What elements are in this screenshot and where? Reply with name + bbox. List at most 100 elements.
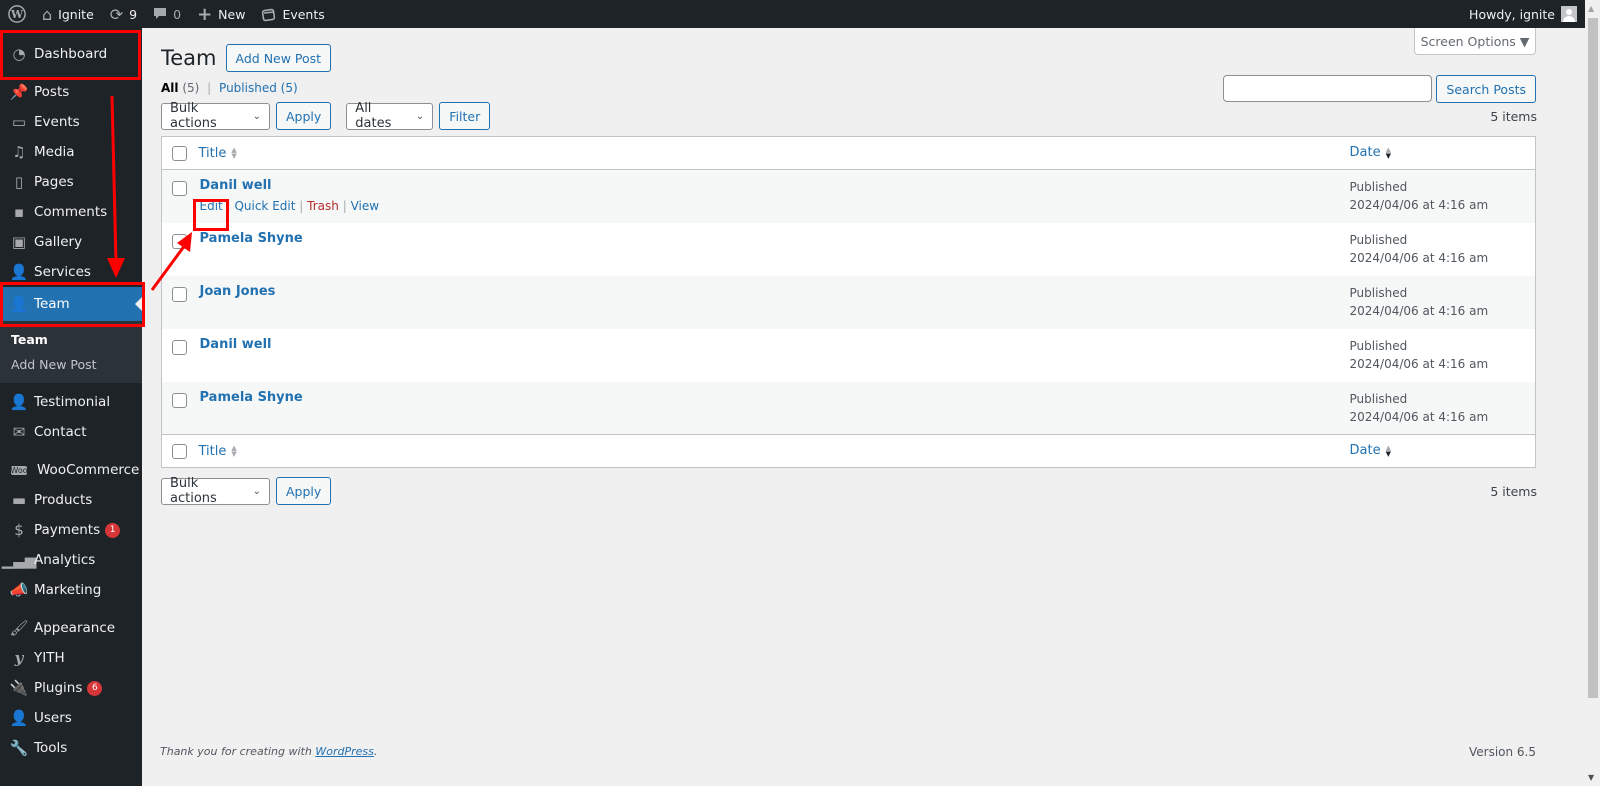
sidebar-item-team[interactable]: 👤 Team xyxy=(0,287,142,321)
sidebar-item-services[interactable]: 👤 Services xyxy=(0,257,142,287)
footer-thanks-text: Thank you for creating with xyxy=(160,745,316,758)
filter-all[interactable]: All xyxy=(161,81,179,95)
filter-button[interactable]: Filter xyxy=(439,102,491,130)
post-status: Published xyxy=(1349,285,1408,300)
sidebar-item-label: Dashboard xyxy=(34,46,108,62)
site-name-link[interactable]: ⌂ Ignite xyxy=(34,0,102,28)
comment-icon xyxy=(153,7,167,21)
sidebar-item-tools[interactable]: 🔧 Tools xyxy=(0,733,142,763)
sidebar-item-label: Team xyxy=(34,296,70,312)
sidebar-item-analytics[interactable]: ▁▃▅ Analytics xyxy=(0,545,142,575)
tablenav-top: Bulk actions ⌄ Apply All dates ⌄ Filter 5 … xyxy=(161,101,1537,131)
sidebar-item-gallery[interactable]: ▣ Gallery xyxy=(0,227,142,257)
screen-options-button[interactable]: Screen Options ▼ xyxy=(1414,28,1536,55)
submenu-item-add-new-post[interactable]: Add New Post xyxy=(0,352,142,377)
scroll-down-icon[interactable]: ▼ xyxy=(1588,773,1594,782)
post-title-link[interactable]: Pamela Shyne xyxy=(200,231,303,246)
page-title: Team xyxy=(161,46,217,70)
scrollbar-thumb[interactable] xyxy=(1588,18,1598,698)
table-row: Danil well Edit | Quick Edit | Trash | V… xyxy=(161,169,1536,223)
post-date: 2024/04/06 at 4:16 am xyxy=(1349,198,1489,212)
apply-button[interactable]: Apply xyxy=(276,102,332,130)
sort-icon: ▲ ▼ xyxy=(1385,145,1391,160)
row-checkbox[interactable] xyxy=(172,233,187,249)
post-title-link[interactable]: Danil well xyxy=(200,178,272,193)
new-content-link[interactable]: + New xyxy=(189,0,253,28)
sidebar-item-label: Posts xyxy=(34,84,70,100)
column-title[interactable]: Title ▲ ▼ xyxy=(198,136,1350,170)
table-footer-row: Title ▲ ▼ Date ▲ ▼ xyxy=(161,434,1536,468)
search-box: Search Posts xyxy=(1223,75,1536,103)
filter-all-count: (5) xyxy=(182,81,200,95)
sidebar-item-label: Services xyxy=(34,264,91,280)
add-new-post-button[interactable]: Add New Post xyxy=(225,44,332,72)
page-scrollbar[interactable]: ▲ ▼ xyxy=(1585,0,1600,786)
wordpress-link[interactable]: WordPress xyxy=(315,745,374,758)
sidebar-item-dashboard[interactable]: ◔ Dashboard xyxy=(0,39,142,69)
select-all-checkbox-footer[interactable] xyxy=(172,444,187,459)
sidebar-item-testimonial[interactable]: 👤 Testimonial xyxy=(0,387,142,417)
sidebar-item-media[interactable]: ♫ Media xyxy=(0,137,142,167)
sidebar-item-label: Events xyxy=(34,114,80,130)
gallery-icon: ▣ xyxy=(11,233,27,251)
sidebar-item-label: Gallery xyxy=(34,234,83,250)
sidebar-item-products[interactable]: ▬ Products xyxy=(0,485,142,515)
sidebar-item-contact[interactable]: ✉ Contact xyxy=(0,417,142,447)
post-title-link[interactable]: Joan Jones xyxy=(200,284,276,299)
select-all-checkbox[interactable] xyxy=(172,146,187,161)
row-checkbox[interactable] xyxy=(172,181,187,196)
table-row: Danil well Published 2024/04/06 at 4:16 a… xyxy=(162,329,1536,382)
submenu-item-team[interactable]: Team xyxy=(0,327,142,352)
sidebar-item-events[interactable]: ▭ Events xyxy=(0,107,142,137)
scroll-up-icon[interactable]: ▲ xyxy=(1588,4,1594,13)
view-link[interactable]: View xyxy=(351,199,379,213)
sort-icon: ▲ ▼ xyxy=(231,146,237,160)
wrench-icon: 🔧 xyxy=(9,739,29,757)
comments-link[interactable]: 0 xyxy=(145,0,189,28)
apply-button-bottom[interactable]: Apply xyxy=(276,477,332,505)
media-icon: ♫ xyxy=(12,143,26,161)
plug-icon: 🔌 xyxy=(9,679,29,697)
updates-link[interactable]: ⟳ 9 xyxy=(102,0,145,28)
wordpress-logo-icon: W xyxy=(8,5,26,23)
row-checkbox[interactable] xyxy=(172,286,187,302)
bulk-actions-select[interactable]: Bulk actions ⌄ xyxy=(161,101,270,131)
post-status: Published xyxy=(1349,180,1408,194)
row-checkbox[interactable] xyxy=(172,339,187,355)
plus-icon: + xyxy=(197,3,213,25)
post-title-link[interactable]: Danil well xyxy=(200,337,272,352)
pin-icon: 📌 xyxy=(9,83,29,101)
sidebar-item-posts[interactable]: 📌 Posts xyxy=(0,77,142,107)
avatar xyxy=(1561,6,1577,22)
sidebar-item-payments[interactable]: $ Payments 1 xyxy=(0,515,142,545)
column-date[interactable]: Date ▲ ▼ xyxy=(1349,136,1536,170)
edit-link[interactable]: Edit xyxy=(200,199,223,213)
dates-select[interactable]: All dates ⌄ xyxy=(346,101,434,131)
sidebar-item-users[interactable]: 👤 Users xyxy=(0,703,142,733)
sidebar-item-yith[interactable]: y YITH xyxy=(0,643,142,673)
bulk-actions-select-bottom[interactable]: Bulk actions ⌄ xyxy=(161,476,270,506)
main-content: Screen Options ▼ Team Add New Post All (… xyxy=(161,28,1537,506)
row-checkbox[interactable] xyxy=(172,392,187,408)
sidebar-item-label: Comments xyxy=(34,204,108,220)
search-posts-button[interactable]: Search Posts xyxy=(1436,75,1536,103)
column-date-footer[interactable]: Date ▲ ▼ xyxy=(1349,434,1536,468)
filter-published[interactable]: Published (5) xyxy=(219,81,298,95)
sidebar-item-woocommerce[interactable]: Woo WooCommerce xyxy=(0,455,142,485)
sidebar-item-pages[interactable]: ▯ Pages xyxy=(0,167,142,197)
post-title-link[interactable]: Pamela Shyne xyxy=(200,390,303,405)
sidebar-item-plugins[interactable]: 🔌 Plugins 6 xyxy=(0,673,142,703)
events-link[interactable]: Events xyxy=(253,0,332,28)
wordpress-logo-button[interactable]: W xyxy=(0,0,34,28)
column-title-label: Title xyxy=(198,145,227,161)
my-account-link[interactable]: Howdy, ignite xyxy=(1469,6,1585,22)
trash-link[interactable]: Trash xyxy=(307,199,339,213)
sort-icon: ▲ ▼ xyxy=(1385,443,1391,458)
search-input[interactable] xyxy=(1223,75,1433,102)
sidebar-item-marketing[interactable]: 📣 Marketing xyxy=(0,575,142,605)
sidebar-item-comments[interactable]: ▪ Comments xyxy=(0,197,142,227)
quick-edit-link[interactable]: Quick Edit xyxy=(234,199,295,213)
column-title-footer[interactable]: Title ▲ ▼ xyxy=(198,434,1350,468)
sidebar-item-appearance[interactable]: 🖌 Appearance xyxy=(0,613,142,643)
pages-icon: ▯ xyxy=(14,173,24,191)
